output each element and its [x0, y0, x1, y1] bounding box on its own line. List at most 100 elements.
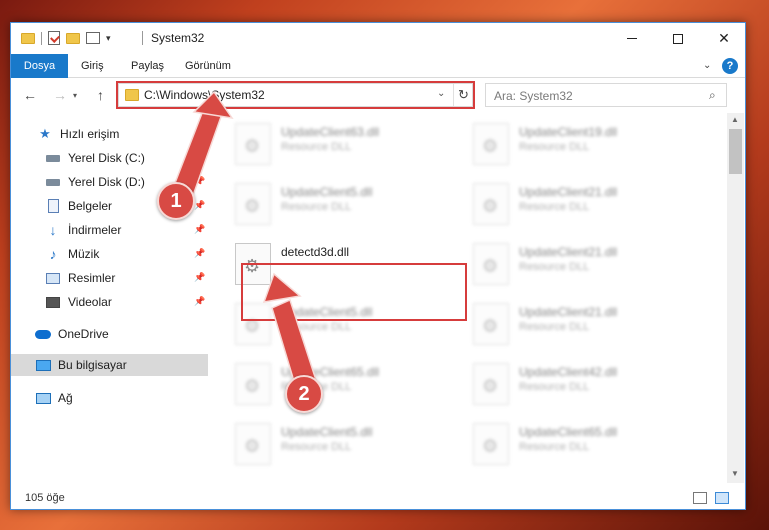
file-item[interactable]: ⚙ UpdateClient42.dll Resource DLL: [473, 359, 703, 413]
folder-icon: [21, 32, 35, 44]
back-arrow-icon[interactable]: ←: [23, 87, 37, 103]
file-name: UpdateClient5.dll: [281, 185, 373, 199]
download-icon: ↓: [49, 222, 57, 238]
gear-icon: ⚙: [482, 436, 499, 456]
explorer-window: ▾ System32 ✕ Dosya Giriş Paylaş Görünüm …: [10, 22, 746, 510]
toolbar-separator: [41, 31, 42, 45]
tab-home[interactable]: Giriş: [73, 54, 112, 78]
expand-ribbon-icon[interactable]: ⌄: [703, 60, 711, 71]
tab-view[interactable]: Görünüm: [177, 54, 239, 78]
scroll-thumb[interactable]: [729, 129, 742, 174]
file-item[interactable]: ⚙ UpdateClient5.dll Resource DLL: [235, 179, 465, 233]
recent-locations-icon[interactable]: ▾: [73, 91, 77, 100]
drive-icon: [45, 151, 61, 165]
pin-icon: 📌: [194, 200, 206, 210]
sidebar-item-label: İndirmeler: [68, 223, 122, 237]
pin-icon: 📌: [194, 272, 206, 282]
file-item[interactable]: ⚙ UpdateClient5.dll Resource DLL: [235, 419, 465, 473]
file-type: Resource DLL: [519, 321, 590, 333]
help-button[interactable]: ?: [722, 58, 738, 74]
file-item[interactable]: ⚙ UpdateClient21.dll Resource DLL: [473, 179, 703, 233]
music-icon: ♪: [49, 246, 57, 262]
dll-file-icon: ⚙: [235, 183, 271, 225]
sidebar-item-music[interactable]: ♪ Müzik 📌: [11, 243, 208, 265]
sidebar-item-onedrive[interactable]: OneDrive: [11, 323, 208, 345]
file-item[interactable]: ⚙ UpdateClient63.dll Resource DLL: [235, 119, 465, 173]
tab-file[interactable]: Dosya: [11, 54, 68, 78]
file-type: Resource DLL: [281, 321, 352, 333]
dll-file-icon: ⚙: [473, 303, 509, 345]
close-button[interactable]: ✕: [701, 23, 747, 54]
sidebar-item-pictures[interactable]: Resimler 📌: [11, 267, 208, 289]
sidebar-item-videos[interactable]: Videolar 📌: [11, 291, 208, 313]
file-name: detectd3d.dll: [281, 245, 350, 259]
scroll-up-icon[interactable]: ▲: [731, 115, 739, 124]
scroll-down-icon[interactable]: ▼: [731, 469, 739, 478]
dll-file-icon: ⚙: [473, 423, 509, 465]
pictures-icon: [45, 271, 61, 285]
tab-share[interactable]: Paylaş: [123, 54, 172, 78]
computer-icon: [35, 358, 51, 372]
file-name: UpdateClient65.dll: [519, 425, 618, 439]
new-folder-icon[interactable]: [66, 32, 80, 44]
properties-icon[interactable]: [48, 31, 60, 45]
maximize-button[interactable]: [655, 23, 701, 54]
pin-icon: 📌: [194, 152, 206, 162]
sidebar-item-label: Müzik: [68, 247, 100, 261]
up-arrow-icon[interactable]: ↑: [97, 87, 104, 103]
search-box[interactable]: Ara: System32 ⌕: [485, 83, 727, 107]
file-name: UpdateClient21.dll: [519, 185, 618, 199]
gear-icon: ⚙: [244, 436, 261, 456]
cloud-icon: [35, 327, 51, 341]
details-view-icon[interactable]: [693, 492, 707, 504]
close-icon: ✕: [718, 30, 730, 46]
sidebar-item-label: Ağ: [58, 391, 73, 405]
file-item[interactable]: ⚙ UpdateClient65.dll Resource DLL: [235, 359, 465, 413]
large-icons-view-icon[interactable]: [715, 492, 729, 504]
pin-icon: 📌: [194, 296, 206, 306]
status-bar: 105 öğe: [11, 487, 745, 509]
search-placeholder: Ara: System32: [494, 89, 573, 103]
drive-icon: [45, 175, 61, 189]
sidebar-item-quick-access[interactable]: ★ Hızlı erişim: [11, 123, 208, 145]
minimize-button[interactable]: [609, 23, 655, 54]
annotation-marker-1: 1: [157, 182, 195, 220]
sidebar-item-network[interactable]: Ağ: [11, 387, 208, 409]
file-type: Resource DLL: [281, 441, 352, 453]
navigation-pane: ★ Hızlı erişim Yerel Disk (C:) 📌 Yerel D…: [11, 113, 208, 483]
view-icon[interactable]: [86, 32, 100, 44]
sidebar-item-local-disk-c[interactable]: Yerel Disk (C:) 📌: [11, 147, 208, 169]
sidebar-item-label: Yerel Disk (C:): [68, 151, 145, 165]
file-name: UpdateClient5.dll: [281, 425, 373, 439]
sidebar-item-label: OneDrive: [58, 327, 109, 341]
file-item[interactable]: ⚙ UpdateClient19.dll Resource DLL: [473, 119, 703, 173]
title-separator: [142, 31, 143, 45]
file-type: Resource DLL: [519, 201, 590, 213]
sidebar-item-this-pc[interactable]: Bu bilgisayar: [11, 354, 208, 376]
gear-icon: ⚙: [244, 196, 261, 216]
star-icon: ★: [39, 126, 51, 141]
ribbon-tabs: Dosya Giriş Paylaş Görünüm ⌄ ?: [11, 54, 745, 78]
document-icon: [45, 199, 61, 213]
gear-icon: ⚙: [482, 316, 499, 336]
file-type: Resource DLL: [519, 441, 590, 453]
file-item[interactable]: ⚙ UpdateClient21.dll Resource DLL: [473, 299, 703, 353]
file-highlight-box: [241, 263, 467, 321]
file-type: Resource DLL: [519, 381, 590, 393]
vertical-scrollbar[interactable]: ▲ ▼: [727, 113, 744, 483]
sidebar-item-label: Hızlı erişim: [60, 127, 120, 141]
forward-arrow-icon[interactable]: →: [53, 87, 67, 103]
file-type: Resource DLL: [281, 141, 352, 153]
video-icon: [45, 295, 61, 309]
pin-icon: 📌: [194, 248, 206, 258]
gear-icon: ⚙: [244, 136, 261, 156]
sidebar-item-downloads[interactable]: ↓ İndirmeler 📌: [11, 219, 208, 241]
file-item[interactable]: ⚙ UpdateClient65.dll Resource DLL: [473, 419, 703, 473]
minimize-icon: [627, 38, 637, 39]
file-item[interactable]: ⚙ UpdateClient21.dll Resource DLL: [473, 239, 703, 293]
window-title: System32: [151, 31, 205, 45]
dll-file-icon: ⚙: [235, 123, 271, 165]
customize-toolbar-icon[interactable]: ▾: [106, 33, 111, 44]
search-icon[interactable]: ⌕: [709, 88, 716, 103]
file-name: UpdateClient63.dll: [281, 125, 380, 139]
